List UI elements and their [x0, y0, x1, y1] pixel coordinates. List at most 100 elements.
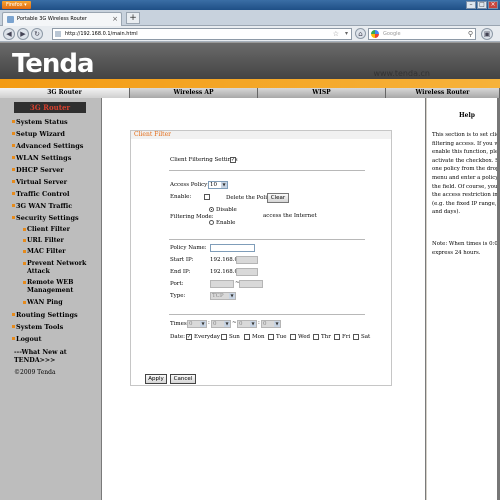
client-filter-panel: Client Filter Client Filtering Settings …: [130, 130, 392, 386]
tab-3g-router[interactable]: 3G Router: [0, 88, 130, 98]
type-label: Type:: [170, 293, 186, 299]
sidebar-item-traffic-control[interactable]: Traffic Control: [12, 190, 70, 198]
day-tue-checkbox[interactable]: [268, 334, 274, 340]
site-identity-icon: [55, 31, 61, 37]
port-start-input[interactable]: [210, 280, 234, 288]
home-icon[interactable]: ⌂: [355, 28, 366, 39]
forward-arrow-icon[interactable]: ▶: [17, 28, 29, 40]
time-colon: :: [258, 320, 260, 326]
chevron-down-icon: ▼: [200, 321, 206, 327]
tenda-logo: Tenda: [12, 49, 95, 79]
mode-tabs: 3G Router Wireless AP WISP Wireless Rout…: [0, 88, 500, 98]
day-fri-checkbox[interactable]: [334, 334, 340, 340]
clear-button[interactable]: Clear: [267, 193, 289, 203]
google-engine-icon[interactable]: [371, 30, 379, 38]
close-icon[interactable]: ×: [488, 1, 498, 9]
sidebar-item-setup-wizard[interactable]: Setup Wizard: [12, 130, 65, 138]
back-arrow-icon[interactable]: ◀: [3, 28, 15, 40]
day-thr-checkbox[interactable]: [313, 334, 319, 340]
sidebar-item-wlan-settings[interactable]: WLAN Settings: [11, 154, 71, 162]
sidebar-item-3g-wan-traffic[interactable]: 3G WAN Traffic: [11, 202, 72, 210]
start-hour-select[interactable]: 0 ▼: [187, 320, 207, 328]
section-divider: [169, 170, 365, 171]
client-filtering-checkbox[interactable]: ✓: [230, 157, 236, 163]
mode-enable-label: Enable: [216, 220, 236, 226]
search-input[interactable]: Google ⚲: [368, 28, 476, 40]
end-hour-select[interactable]: 0 ▼: [237, 320, 257, 328]
sidebar-item-advanced-settings[interactable]: Advanced Settings: [11, 142, 83, 150]
header-orange-band: [0, 79, 500, 88]
port-label: Port:: [170, 281, 184, 287]
policy-name-input[interactable]: [210, 244, 255, 252]
tab-wisp[interactable]: WISP: [258, 88, 386, 98]
section-divider: [169, 314, 365, 315]
sidebar-subitem-mac-filter[interactable]: MAC Filter: [23, 248, 99, 256]
browser-tab[interactable]: Portable 3G Wireless Router ×: [2, 12, 122, 26]
access-policy-select[interactable]: 10 ▼: [208, 181, 228, 189]
filtering-mode-enable-radio[interactable]: [209, 220, 214, 225]
firefox-menu-button[interactable]: Firefox ▾: [2, 1, 31, 9]
history-dropdown-icon[interactable]: ▾: [345, 29, 348, 39]
day-sun-checkbox[interactable]: [221, 334, 227, 340]
sidebar-item-virtual-server[interactable]: Virtual Server: [11, 178, 67, 186]
bookmark-star-icon[interactable]: ☆: [333, 29, 339, 39]
sidebar-subitem-prevent-network-attack[interactable]: Prevent Network Attack: [23, 260, 87, 275]
apply-button[interactable]: Apply: [145, 374, 167, 384]
client-filtering-label: Client Filtering Settings: [170, 157, 238, 163]
day-wed-checkbox[interactable]: [290, 334, 296, 340]
mode-disable-label: Disable: [216, 207, 237, 213]
addons-icon[interactable]: ▣: [481, 28, 493, 40]
main-content: Client Filter Client Filtering Settings …: [102, 98, 426, 500]
day-mon-label: Mon: [252, 334, 265, 340]
address-url: http://192.168.0.1/main.html: [65, 31, 138, 37]
reload-icon[interactable]: ↻: [31, 28, 43, 40]
end-minute-select[interactable]: 0 ▼: [261, 320, 281, 328]
day-everyday-checkbox[interactable]: ✓: [186, 334, 192, 340]
tab-close-icon[interactable]: ×: [112, 13, 118, 25]
chevron-down-icon: ▼: [221, 182, 227, 188]
day-mon-checkbox[interactable]: [244, 334, 250, 340]
sidebar-item-dhcp-server[interactable]: DHCP Server: [12, 166, 64, 174]
sidebar-item-security-settings[interactable]: Security Settings: [12, 214, 79, 222]
end-ip-input[interactable]: [236, 268, 258, 276]
type-select[interactable]: TCP ▼: [210, 292, 236, 300]
search-icon[interactable]: ⚲: [468, 29, 473, 39]
sidebar-subitem-wan-ping[interactable]: WAN Ping: [23, 299, 99, 307]
router-header: Tenda www.tenda.cn: [0, 42, 500, 88]
sidebar-item-system-tools[interactable]: System Tools: [11, 323, 63, 331]
tab-title: Portable 3G Wireless Router: [17, 16, 87, 22]
chevron-down-icon: ▼: [250, 321, 256, 327]
title-bar: Firefox ▾ – □ ×: [0, 0, 500, 10]
address-bar[interactable]: http://192.168.0.1/main.html ☆ ▾: [52, 28, 352, 40]
start-minute-select[interactable]: 0 ▼: [211, 320, 231, 328]
access-internet-label: access the Internet: [263, 213, 317, 219]
sidebar-item-system-status[interactable]: System Status: [12, 118, 68, 126]
start-ip-input[interactable]: [236, 256, 258, 264]
filtering-mode-disable-radio[interactable]: [209, 207, 214, 212]
sidebar-item-logout[interactable]: Logout: [12, 335, 42, 343]
enable-checkbox[interactable]: [204, 194, 210, 200]
maximize-icon[interactable]: □: [477, 1, 487, 9]
copyright-text: ©2009 Tenda: [14, 369, 56, 376]
new-tab-button[interactable]: +: [126, 12, 140, 24]
section-divider: [169, 239, 365, 240]
help-text: This section is to set client filtering …: [432, 132, 500, 216]
sidebar-item-routing-settings[interactable]: Routing Settings: [12, 311, 78, 319]
sidebar-subitem-remote-web-management[interactable]: Remote WEB Management: [23, 279, 87, 294]
chevron-down-icon: ▼: [224, 321, 230, 327]
tab-wireless-ap[interactable]: Wireless AP: [130, 88, 258, 98]
sidebar-subitem-url-filter[interactable]: URL Filter: [23, 237, 99, 245]
start-hour-value: 0: [189, 321, 193, 327]
policy-name-label: Policy Name:: [170, 245, 207, 251]
day-sat-checkbox[interactable]: [353, 334, 359, 340]
end-minute-value: 0: [263, 321, 267, 327]
tab-wireless-router[interactable]: Wireless Router: [386, 88, 500, 98]
whats-new-link[interactable]: ---What New at TENDA>>>: [14, 349, 74, 365]
port-end-input[interactable]: [239, 280, 263, 288]
sidebar-subitem-client-filter[interactable]: Client Filter: [23, 226, 99, 234]
chevron-down-icon: ▼: [274, 321, 280, 327]
cancel-button[interactable]: Cancel: [170, 374, 196, 384]
access-policy-value: 10: [210, 182, 217, 188]
minimize-icon[interactable]: –: [466, 1, 476, 9]
navigation-toolbar: ◀ ▶ ↻ http://192.168.0.1/main.html ☆ ▾ ⌂…: [0, 26, 500, 42]
